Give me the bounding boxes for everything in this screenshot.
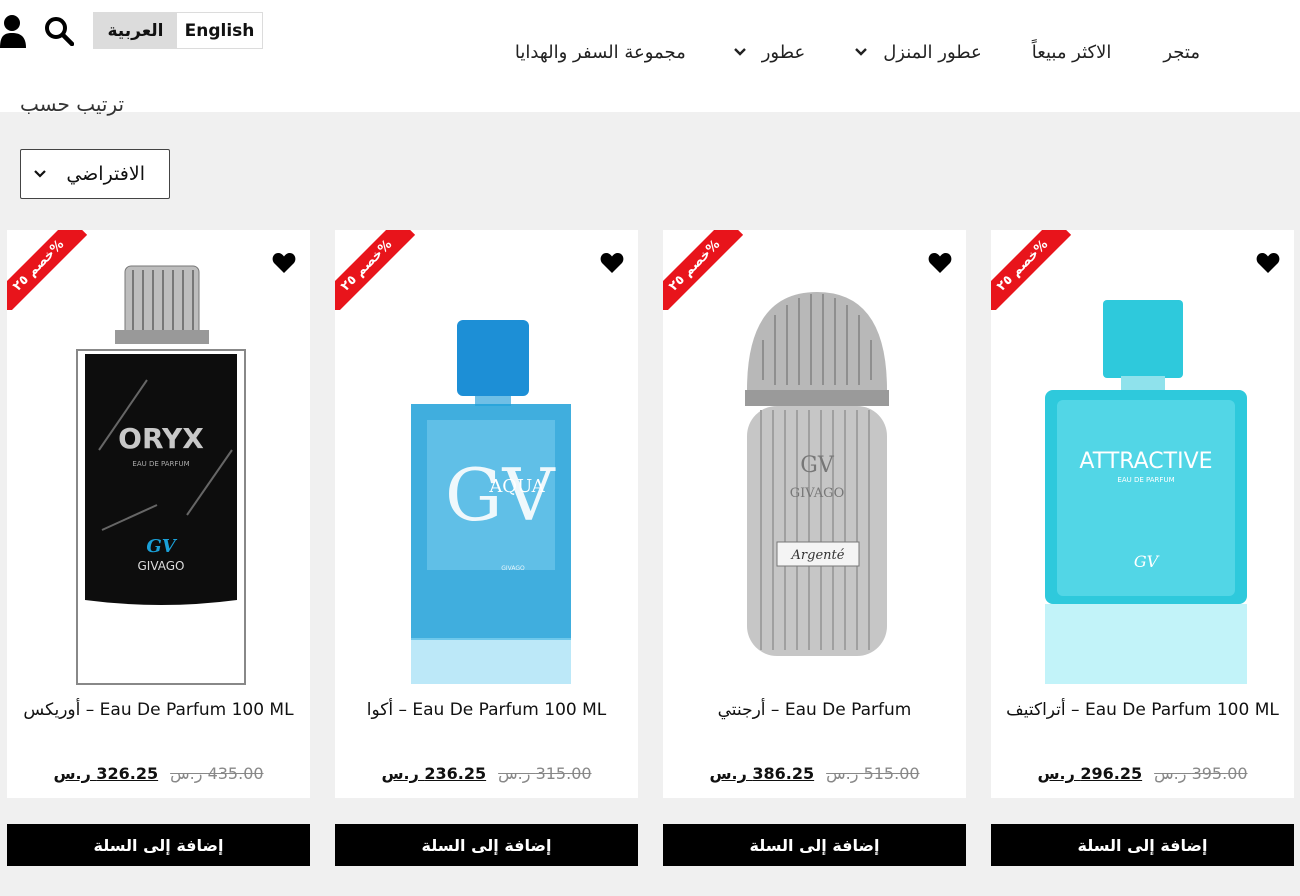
nav-item-best-sellers[interactable]: الاكثر مبيعاً (1032, 42, 1112, 63)
top-header: العربية English متجر الاكثر مبيعاً عطور … (0, 0, 1300, 112)
add-to-cart-button[interactable]: إضافة إلى السلة (663, 824, 966, 866)
heart-icon[interactable] (928, 252, 952, 274)
svg-text:GIVAGO: GIVAGO (501, 565, 525, 572)
price-row: 386.25 ر.س 515.00 ر.س (663, 764, 966, 783)
sale-price: 326.25 ر.س (53, 764, 159, 783)
add-to-cart-button[interactable]: إضافة إلى السلة (991, 824, 1294, 866)
user-icon[interactable] (0, 14, 26, 48)
original-price: 515.00 ر.س (826, 764, 920, 783)
price-row: 296.25 ر.س 395.00 ر.س (991, 764, 1294, 783)
heart-icon[interactable] (1256, 252, 1280, 274)
main-nav: متجر الاكثر مبيعاً عطور المنزل عطور مجمو… (515, 36, 1200, 68)
original-price: 435.00 ر.س (170, 764, 264, 783)
svg-text:EAU DE PARFUM: EAU DE PARFUM (1117, 476, 1174, 484)
nav-item-label: عطور المنزل (883, 41, 982, 63)
chevron-down-icon (34, 170, 46, 178)
svg-text:GV: GV (1134, 552, 1160, 571)
sale-price: 386.25 ر.س (709, 764, 815, 783)
price-row: 326.25 ر.س 435.00 ر.س (7, 764, 310, 783)
heart-icon[interactable] (272, 252, 296, 274)
language-english-button[interactable]: English (177, 13, 262, 48)
product-title[interactable]: Eau De Parfum 100 ML – أكوا (335, 700, 638, 720)
nav-item-travel-gifts[interactable]: مجموعة السفر والهدايا (515, 42, 686, 63)
nav-item-label: الاكثر مبيعاً (1031, 41, 1112, 63)
nav-item-perfumes[interactable]: عطور (732, 41, 806, 63)
product-title[interactable]: Eau De Parfum – أرجنتي (663, 700, 966, 720)
svg-text:ATTRACTIVE: ATTRACTIVE (1079, 449, 1212, 474)
nav-item-label: متجر (1163, 41, 1200, 63)
price-row: 236.25 ر.س 315.00 ر.س (335, 764, 638, 783)
product-card: GV AQUA GIVAGO خصم ٢٥% Eau De Parfum 100… (335, 230, 638, 798)
heart-icon[interactable] (600, 252, 624, 274)
chevron-down-icon (855, 48, 868, 56)
sort-select[interactable]: الافتراضي (20, 149, 170, 199)
nav-item-label: مجموعة السفر والهدايا (514, 41, 686, 63)
svg-text:GV: GV (800, 453, 835, 478)
add-to-cart-button[interactable]: إضافة إلى السلة (335, 824, 638, 866)
svg-text:GIVAGO: GIVAGO (790, 486, 844, 501)
svg-text:GIVAGO: GIVAGO (137, 559, 184, 573)
svg-text:GV: GV (146, 536, 177, 557)
discount-badge: خصم ٢٥% (991, 230, 1071, 310)
sort-selected-value: الافتراضي (66, 163, 145, 185)
nav-item-label: عطور (761, 41, 806, 63)
discount-badge: خصم ٢٥% (7, 230, 87, 310)
chevron-down-icon (733, 48, 746, 56)
search-icon[interactable] (44, 16, 74, 46)
discount-badge: خصم ٢٥% (335, 230, 415, 310)
svg-text:AQUA: AQUA (488, 476, 545, 497)
original-price: 395.00 ر.س (1154, 764, 1248, 783)
product-card: ORYX EAU DE PARFUM GV GIVAGO خصم ٢٥% Eau… (7, 230, 310, 798)
svg-text:Argenté: Argenté (791, 548, 845, 563)
svg-text:ORYX: ORYX (118, 422, 204, 455)
original-price: 315.00 ر.س (498, 764, 592, 783)
svg-text:EAU DE PARFUM: EAU DE PARFUM (132, 460, 189, 468)
product-card: ATTRACTIVE EAU DE PARFUM GV خصم ٢٥% Eau … (991, 230, 1294, 798)
product-title[interactable]: Eau De Parfum 100 ML – أتراكتيف (991, 700, 1294, 720)
sale-price: 296.25 ر.س (1037, 764, 1143, 783)
nav-item-shop[interactable]: متجر (1163, 42, 1200, 63)
language-switcher: العربية English (93, 12, 263, 49)
nav-item-home-fragrance[interactable]: عطور المنزل (853, 42, 982, 63)
product-card: GV GIVAGO Argenté خصم ٢٥% Eau De Parfum … (663, 230, 966, 798)
sale-price: 236.25 ر.س (381, 764, 487, 783)
discount-badge: خصم ٢٥% (663, 230, 743, 310)
product-title[interactable]: Eau De Parfum 100 ML – أوريكس (7, 700, 310, 720)
language-arabic-button[interactable]: العربية (94, 13, 177, 48)
sort-label: ترتيب حسب (20, 100, 125, 116)
add-to-cart-button[interactable]: إضافة إلى السلة (7, 824, 310, 866)
